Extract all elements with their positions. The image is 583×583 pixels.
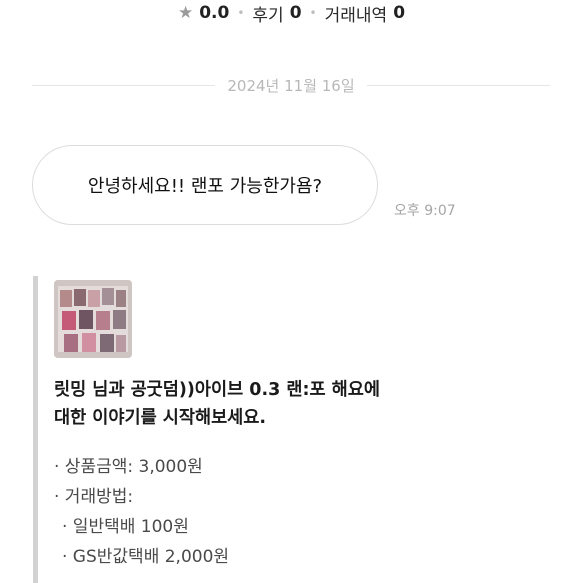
trades-label: 거래내역 bbox=[324, 5, 388, 26]
separator-dot: • bbox=[309, 6, 317, 20]
rating-value: 0.0 bbox=[199, 3, 230, 23]
product-card-title-line: 대한 이야기를 시작해보세요. bbox=[54, 408, 267, 428]
reviews-count: 0 bbox=[289, 3, 302, 23]
product-price: · 상품금액: 3,000원 bbox=[54, 457, 203, 477]
message-text: 안녕하세요!! 랜포 가능한가욤? bbox=[87, 176, 323, 197]
product-card-title: 릿밍 님과 공굿덤))아이브 0.3 랜:포 해요에 대한 이야기를 시작해보세… bbox=[54, 376, 534, 432]
product-card-title-line: 릿밍 님과 공굿덤))아이브 0.3 랜:포 해요에 bbox=[54, 380, 380, 400]
date-divider: 2024년 11월 16일 bbox=[32, 74, 551, 96]
divider-line bbox=[32, 84, 216, 86]
product-thumbnail[interactable] bbox=[54, 280, 132, 358]
shipping-label: · 거래방법: bbox=[54, 487, 134, 507]
product-card[interactable]: 릿밍 님과 공굿덤))아이브 0.3 랜:포 해요에 대한 이야기를 시작해보세… bbox=[33, 276, 558, 583]
divider-line bbox=[366, 84, 551, 86]
star-icon: ★ bbox=[177, 3, 194, 23]
message-timestamp: 오후 9:07 bbox=[394, 203, 456, 219]
separator-dot: • bbox=[237, 6, 245, 20]
shipping-option-gs: · GS반값택배 2,000원 bbox=[62, 547, 230, 567]
product-photo bbox=[54, 280, 132, 358]
shipping-option-regular: · 일반택배 100원 bbox=[62, 517, 189, 537]
seller-stats: ★ 0.0 • 후기 0 • 거래내역 0 bbox=[0, 0, 583, 26]
message-bubble[interactable]: 안녕하세요!! 랜포 가능한가욤? bbox=[32, 145, 378, 225]
trades-count: 0 bbox=[393, 3, 406, 23]
reviews-label: 후기 bbox=[252, 5, 284, 26]
date-divider-label: 2024년 11월 16일 bbox=[227, 76, 355, 95]
